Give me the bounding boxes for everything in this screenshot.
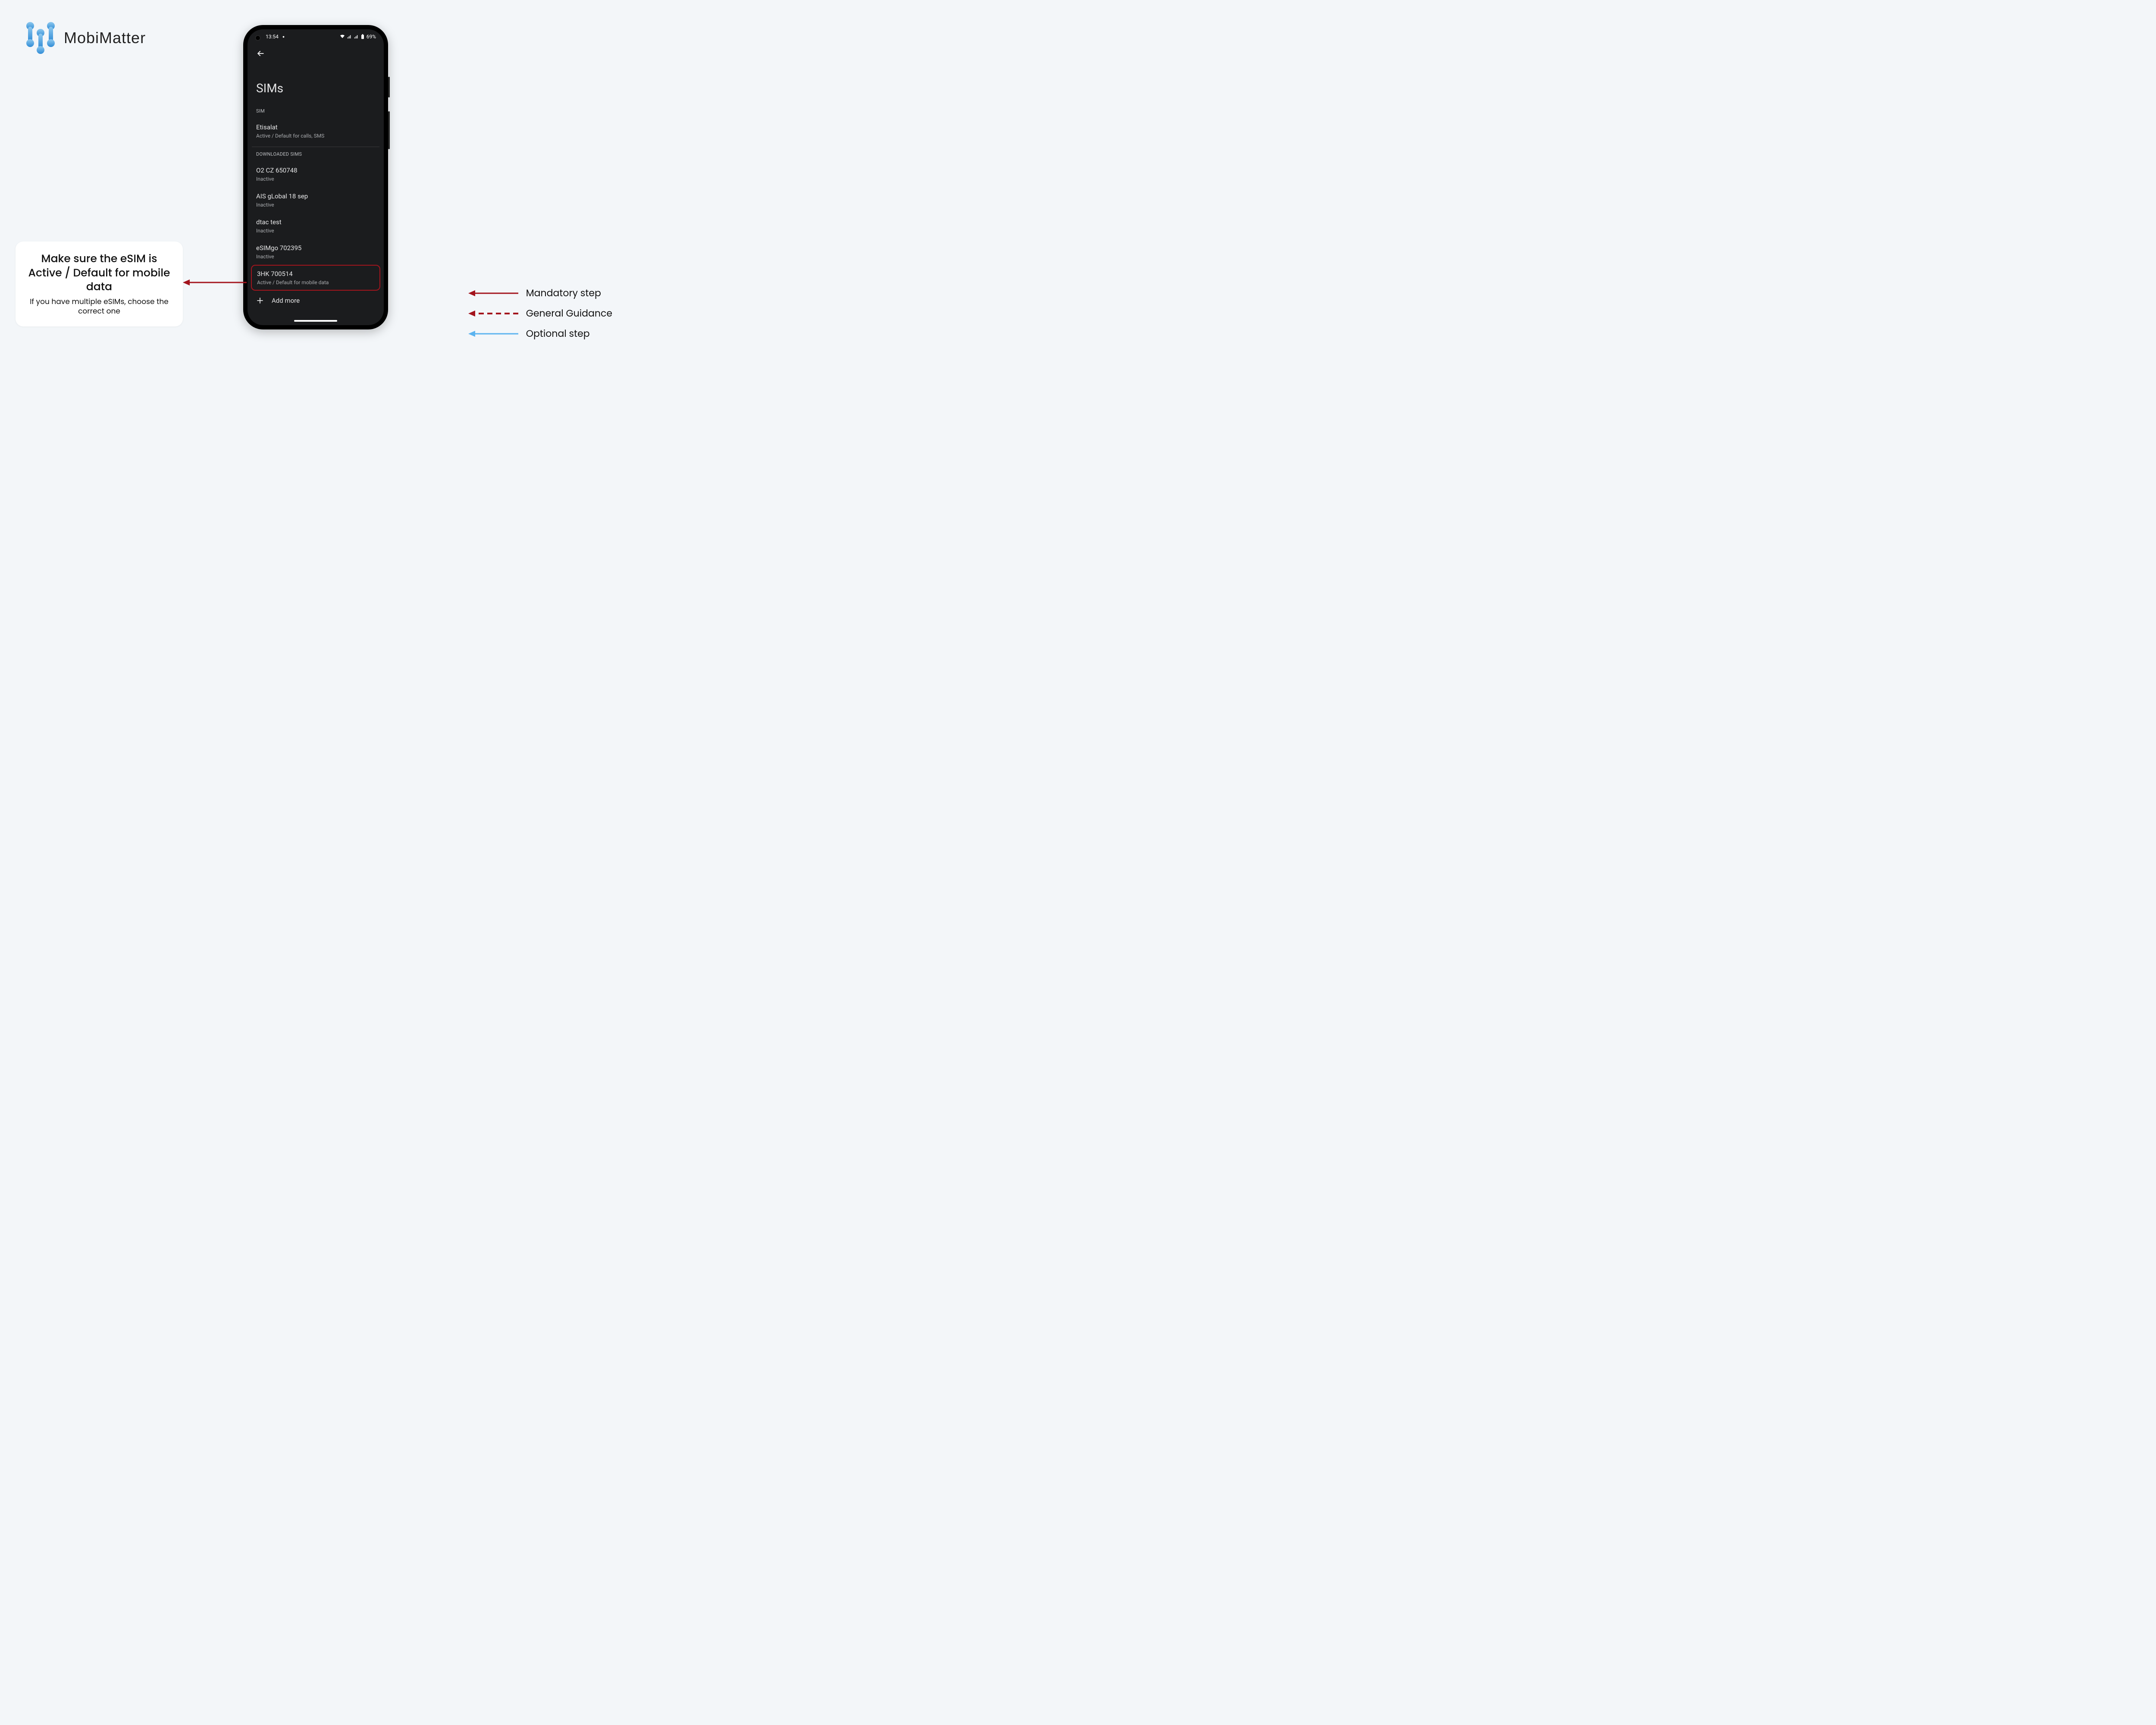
gear-icon <box>281 34 286 39</box>
sim-row[interactable]: eSIMgo 702395 Inactive <box>248 239 384 265</box>
legend: Mandatory step General Guidance Optional… <box>468 286 612 341</box>
arrow-solid-blue-icon <box>468 330 518 338</box>
sim-name: AIS gLobal 18 sep <box>256 192 375 200</box>
sim-row[interactable]: O2 CZ 650748 Inactive <box>248 161 384 187</box>
sim-sub: Inactive <box>256 176 375 182</box>
callout-bubble: Make sure the eSIM is Active / Default f… <box>16 242 183 326</box>
sim-name: O2 CZ 650748 <box>256 166 375 174</box>
sim-row[interactable]: dtac test Inactive <box>248 213 384 239</box>
phone-frame: 13:54 69% SIMs SIM Etisalat Active / Def… <box>243 25 388 329</box>
phone-side-button <box>388 77 390 97</box>
logo-text: MobiMatter <box>64 29 146 47</box>
sim-sub: Inactive <box>256 254 375 260</box>
sim-name: eSIMgo 702395 <box>256 244 375 252</box>
arrow-solid-red-icon <box>468 289 518 297</box>
front-camera <box>255 35 260 41</box>
sim-sub: Active / Default for calls, SMS <box>256 133 375 139</box>
signal-icon <box>347 34 352 39</box>
legend-label: Optional step <box>526 326 590 341</box>
sim-row-highlighted[interactable]: 3HK 700514 Active / Default for mobile d… <box>251 265 380 291</box>
section-label-sim: SIM <box>248 108 384 118</box>
page-title: SIMs <box>248 63 384 108</box>
status-time: 13:54 <box>266 34 279 40</box>
sim-name: dtac test <box>256 218 375 226</box>
callout-arrow <box>183 278 247 287</box>
battery-icon <box>360 34 365 39</box>
arrow-dashed-red-icon <box>468 310 518 317</box>
section-label-downloaded: DOWNLOADED SIMS <box>248 151 384 161</box>
sim-row[interactable]: AIS gLobal 18 sep Inactive <box>248 187 384 213</box>
add-more-button[interactable]: Add more <box>248 291 384 308</box>
status-bar: 13:54 69% <box>248 29 384 41</box>
status-battery: 69% <box>367 34 376 40</box>
sim-sub: Active / Default for mobile data <box>257 279 374 285</box>
sim-sub: Inactive <box>256 202 375 208</box>
sim-name: Etisalat <box>256 123 375 131</box>
logo: MobiMatter <box>25 21 146 55</box>
signal-icon <box>354 34 359 39</box>
legend-label: Mandatory step <box>526 286 601 300</box>
sim-name: 3HK 700514 <box>257 270 374 278</box>
legend-row-guidance: General Guidance <box>468 306 612 320</box>
sim-row-physical[interactable]: Etisalat Active / Default for calls, SMS <box>248 118 384 144</box>
legend-row-mandatory: Mandatory step <box>468 286 612 300</box>
phone-screen: 13:54 69% SIMs SIM Etisalat Active / Def… <box>248 29 384 325</box>
legend-row-optional: Optional step <box>468 326 612 341</box>
home-handle[interactable] <box>294 320 337 322</box>
wifi-icon <box>340 34 345 39</box>
logo-icon <box>25 21 56 55</box>
add-more-label: Add more <box>272 297 300 304</box>
back-icon[interactable] <box>256 49 265 58</box>
phone-side-button <box>388 111 390 149</box>
callout-sub: If you have multiple eSIMs, choose the c… <box>27 297 172 317</box>
app-bar <box>248 41 384 63</box>
sim-sub: Inactive <box>256 228 375 234</box>
legend-label: General Guidance <box>526 306 612 320</box>
plus-icon <box>256 297 264 304</box>
callout-title: Make sure the eSIM is Active / Default f… <box>27 252 172 294</box>
